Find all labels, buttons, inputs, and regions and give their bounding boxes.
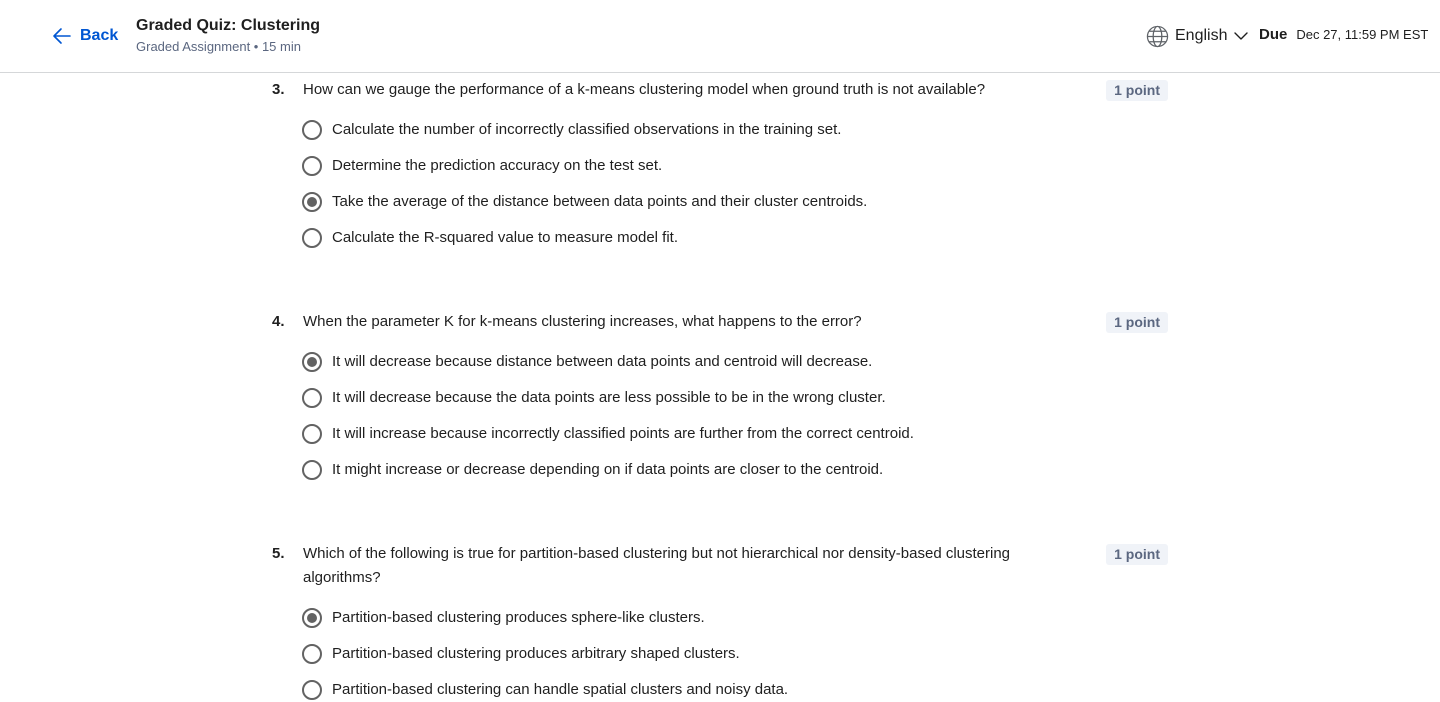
option-label: Determine the prediction accuracy on the… [332, 157, 663, 174]
question-number: 4. [272, 313, 285, 330]
answer-option[interactable]: Partition-based clustering produces arbi… [302, 642, 740, 666]
due-info: Due Dec 27, 11:59 PM EST [1259, 26, 1428, 43]
question-text: Which of the following is true for parti… [303, 545, 1011, 586]
radio-button[interactable] [302, 228, 322, 248]
page-title: Graded Quiz: Clustering [136, 17, 321, 34]
due-label: Due [1259, 26, 1288, 43]
question-text: When the parameter K for k-means cluster… [303, 313, 862, 330]
assignment-meta: Graded Assignment • 15 min [136, 39, 301, 54]
radio-button[interactable] [302, 424, 322, 444]
question-text: How can we gauge the performance of a k-… [303, 81, 986, 98]
option-label: Calculate the number of incorrectly clas… [332, 121, 842, 138]
assignment-heading: Graded Quiz: Clustering Graded Assignmen… [136, 16, 320, 56]
radio-button-selected[interactable] [302, 608, 322, 628]
question-number: 5. [272, 545, 285, 562]
radio-button-selected[interactable] [302, 352, 322, 372]
answer-option[interactable]: It will decrease because the data points… [302, 386, 886, 410]
back-button[interactable]: Back [52, 24, 118, 48]
arrow-left-icon [53, 28, 71, 44]
points-badge: 1 point [1106, 544, 1168, 565]
option-label: Partition-based clustering can handle sp… [332, 681, 789, 698]
globe-icon [1146, 25, 1169, 47]
option-label: Calculate the R-squared value to measure… [332, 229, 679, 246]
chevron-down-icon [1234, 32, 1249, 40]
radio-button[interactable] [302, 460, 322, 480]
back-label: Back [80, 27, 119, 44]
question-number: 3. [272, 81, 285, 98]
answer-option[interactable]: Determine the prediction accuracy on the… [302, 154, 662, 178]
answer-option[interactable]: Partition-based clustering can handle sp… [302, 678, 788, 702]
option-label: It will increase because incorrectly cla… [332, 425, 914, 442]
radio-button-selected[interactable] [302, 192, 322, 212]
language-selector[interactable]: English [1146, 24, 1249, 48]
top-bar: Back Graded Quiz: Clustering Graded Assi… [0, 0, 1440, 73]
option-label: Partition-based clustering produces arbi… [332, 645, 740, 662]
radio-button[interactable] [302, 120, 322, 140]
radio-button[interactable] [302, 644, 322, 664]
answer-option[interactable]: Take the average of the distance between… [302, 190, 867, 214]
answer-option[interactable]: Partition-based clustering produces sphe… [302, 606, 705, 630]
answer-option[interactable]: Calculate the number of incorrectly clas… [302, 118, 841, 142]
answer-option[interactable]: It will increase because incorrectly cla… [302, 422, 914, 446]
answer-option[interactable]: It will decrease because distance betwee… [302, 350, 872, 374]
option-label: It will decrease because the data points… [332, 389, 886, 406]
answer-option[interactable]: It might increase or decrease depending … [302, 458, 883, 482]
option-label: It will decrease because distance betwee… [332, 353, 873, 370]
radio-button[interactable] [302, 680, 322, 700]
points-badge: 1 point [1106, 80, 1168, 101]
option-label: Take the average of the distance between… [332, 193, 868, 210]
radio-button[interactable] [302, 156, 322, 176]
points-badge: 1 point [1106, 312, 1168, 333]
option-label: It might increase or decrease depending … [332, 461, 884, 478]
radio-button[interactable] [302, 388, 322, 408]
option-label: Partition-based clustering produces sphe… [332, 609, 705, 626]
answer-option[interactable]: Calculate the R-squared value to measure… [302, 226, 678, 250]
language-label: English [1175, 27, 1228, 44]
due-date: Dec 27, 11:59 PM EST [1296, 27, 1429, 42]
